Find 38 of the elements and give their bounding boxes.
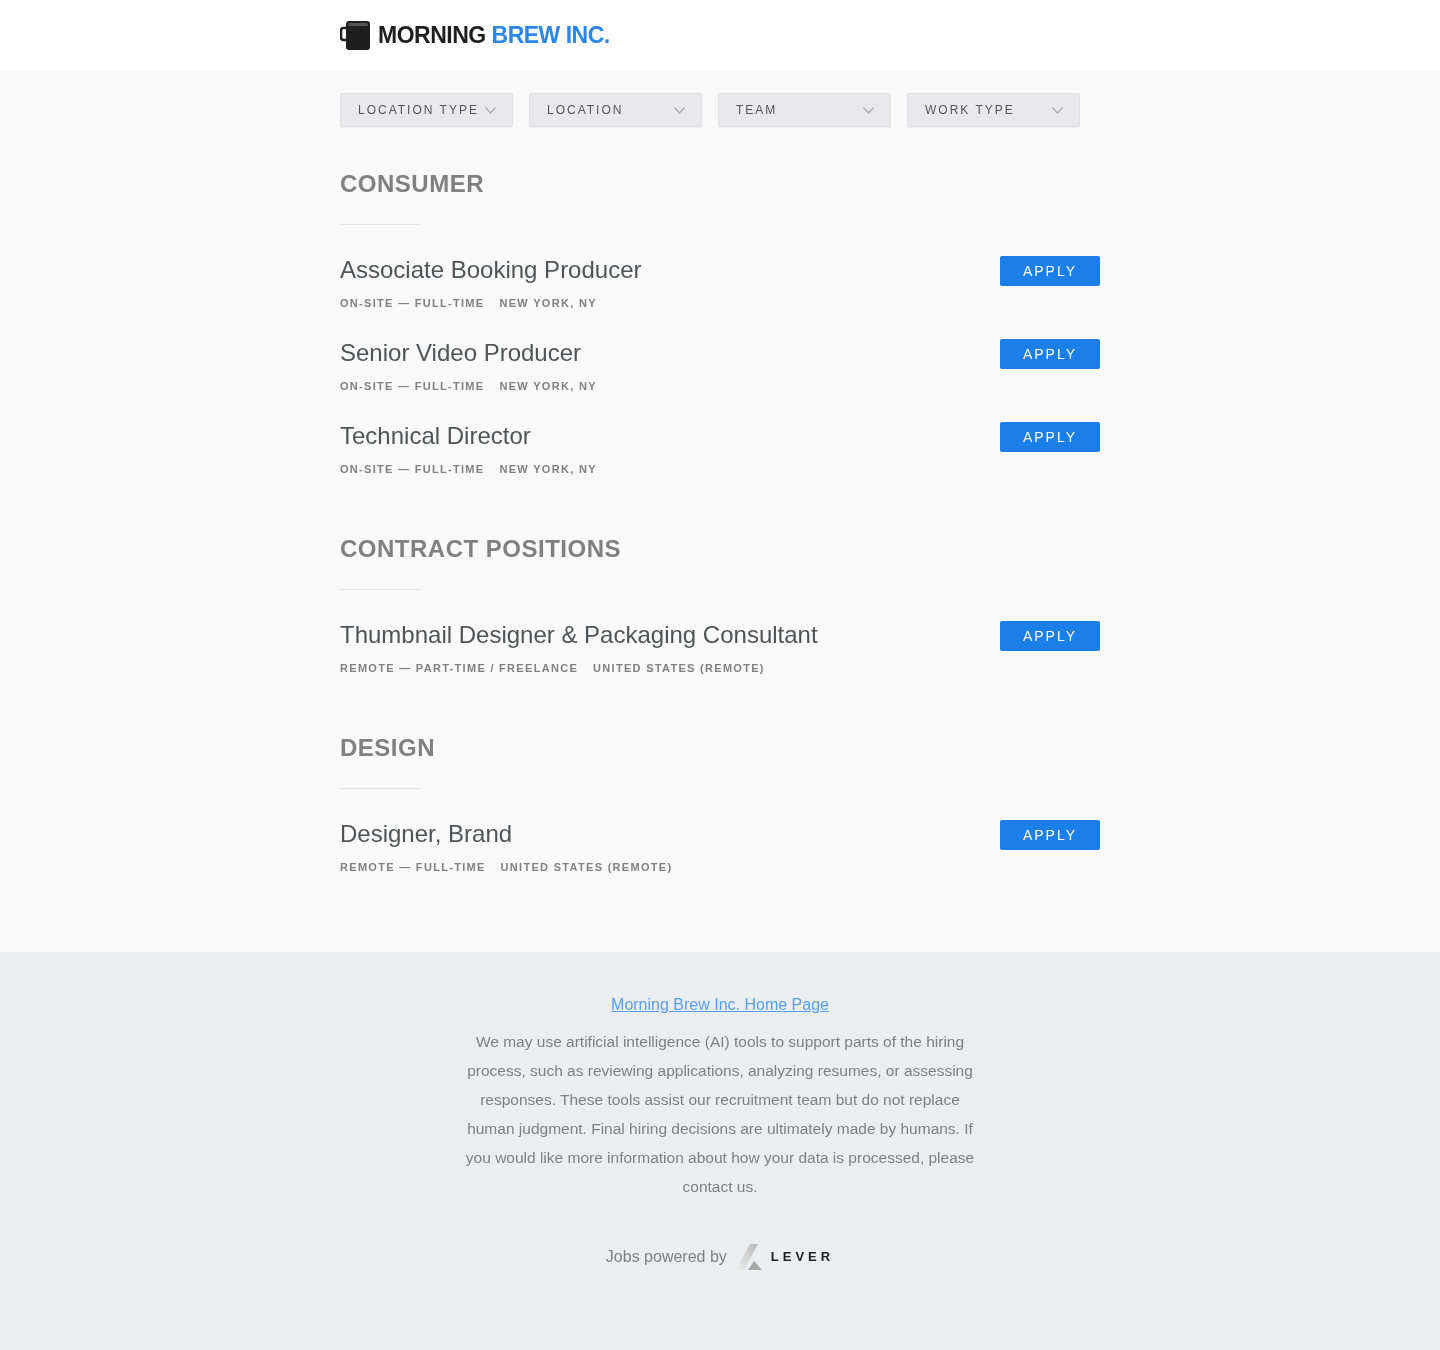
mug-icon (340, 19, 372, 51)
section-heading: CONSUMER (340, 169, 484, 199)
job-commitment: REMOTE — FULL-TIME (340, 860, 486, 875)
job-location: NEW YORK, NY (499, 462, 597, 477)
filter-dropdown[interactable]: TEAM (718, 93, 891, 127)
lever-link[interactable]: LEVER (735, 1244, 835, 1270)
apply-button[interactable]: APPLY (1000, 820, 1100, 850)
logo-text: MORNING BREW INC. (378, 20, 610, 50)
job-title-link[interactable]: Thumbnail Designer & Packaging Consultant (340, 620, 818, 650)
ai-notice-text: We may use artificial intelligence (AI) tools to support parts of the hiring process, such as reviewing applications, analyzing resumes, or assessing responses. These tools assist our recruitment team but do not replace human judgment. Final hiring decisions are ultimately made by humans. If you would like more information about how your data is processed, please contact us. (465, 1032, 975, 1197)
apply-button[interactable]: APPLY (1000, 621, 1100, 651)
job-title-link[interactable]: Associate Booking Producer (340, 255, 642, 285)
filter-dropdown[interactable]: LOCATION TYPE (340, 93, 513, 127)
job-commitment: ON-SITE — FULL-TIME (340, 462, 485, 477)
section-heading: CONTRACT POSITIONS (340, 534, 621, 564)
job-location: NEW YORK, NY (499, 379, 597, 394)
job-title-link[interactable]: Technical Director (340, 421, 531, 451)
job-location: UNITED STATES (REMOTE) (593, 661, 765, 676)
apply-button[interactable]: APPLY (1000, 256, 1100, 286)
chevron-down-icon (674, 106, 685, 114)
logo-mark-icon (735, 1244, 762, 1270)
job-commitment: ON-SITE — FULL-TIME (340, 296, 485, 311)
job-location: NEW YORK, NY (499, 296, 597, 311)
filter-dropdown[interactable]: WORK TYPE (907, 93, 1080, 127)
powered-by-text: Jobs powered by (605, 1247, 727, 1267)
job-location: UNITED STATES (REMOTE) (500, 860, 673, 875)
job-title-link[interactable]: Designer, Brand (340, 819, 513, 849)
logo-link[interactable]: MORNING BREW INC. (340, 17, 610, 53)
chevron-down-icon (485, 106, 496, 114)
job-commitment: REMOTE — PART-TIME / FREELANCE (340, 661, 579, 676)
filter-dropdown[interactable]: LOCATION (529, 93, 702, 127)
section-heading: DESIGN (340, 733, 435, 763)
chevron-down-icon (863, 106, 874, 114)
job-commitment: ON-SITE — FULL-TIME (340, 379, 485, 394)
apply-button[interactable]: APPLY (1000, 339, 1100, 369)
job-title-link[interactable]: Senior Video Producer (340, 338, 582, 368)
chevron-down-icon (1052, 106, 1063, 114)
apply-button[interactable]: APPLY (1000, 422, 1100, 452)
